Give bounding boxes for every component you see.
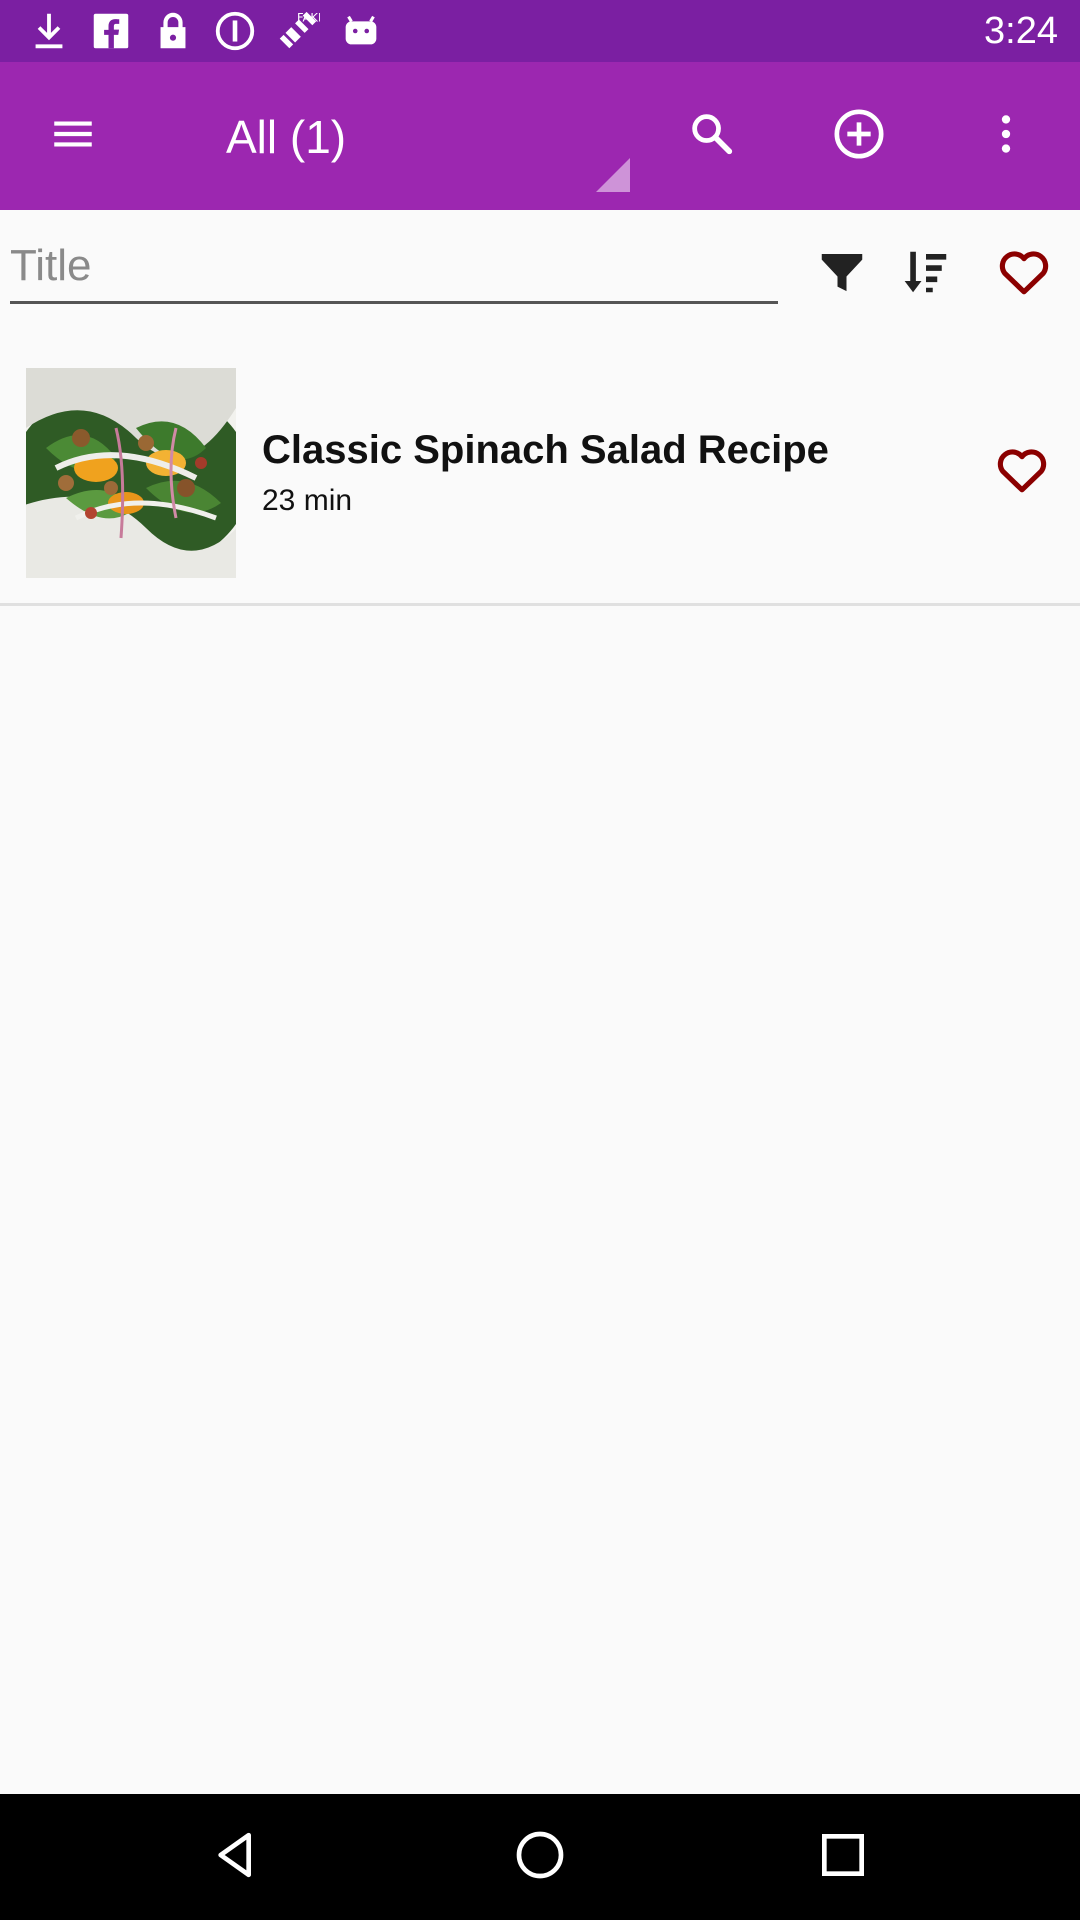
recents-button[interactable] bbox=[803, 1817, 883, 1897]
home-icon bbox=[512, 1827, 568, 1888]
navigation-bar bbox=[0, 1794, 1080, 1920]
menu-icon bbox=[48, 109, 98, 164]
search-button[interactable] bbox=[662, 86, 762, 186]
svg-text:FAKE: FAKE bbox=[297, 10, 320, 24]
add-recipe-button[interactable] bbox=[809, 86, 909, 186]
download-icon bbox=[26, 8, 72, 54]
list-divider bbox=[0, 603, 1080, 606]
favorites-filter-button[interactable] bbox=[988, 238, 1060, 310]
filter-button[interactable] bbox=[806, 238, 878, 310]
screen: FAKE 3:24 All (1) bbox=[0, 0, 1080, 1920]
clock: 3:24 bbox=[984, 10, 1058, 52]
facebook-icon bbox=[88, 8, 134, 54]
back-button[interactable] bbox=[197, 1817, 277, 1897]
recipe-title: Classic Spinach Salad Recipe bbox=[262, 428, 829, 472]
favorite-icon bbox=[994, 442, 1050, 503]
back-icon bbox=[209, 1827, 265, 1888]
fake-gps-icon: FAKE bbox=[274, 8, 325, 54]
info-circle-icon bbox=[212, 8, 258, 54]
recents-icon bbox=[815, 1827, 871, 1888]
title-search-input[interactable] bbox=[10, 238, 778, 304]
filter-row bbox=[0, 210, 1080, 330]
category-spinner[interactable]: All (1) bbox=[226, 110, 346, 164]
search-icon bbox=[686, 108, 738, 165]
app-bar: All (1) bbox=[0, 62, 1080, 210]
recipe-thumbnail bbox=[26, 368, 236, 578]
recipe-time: 23 min bbox=[262, 484, 353, 517]
menu-button[interactable] bbox=[23, 86, 123, 186]
recipe-favorite-button[interactable] bbox=[986, 436, 1058, 508]
status-bar: FAKE 3:24 bbox=[0, 0, 1080, 62]
filter-icon bbox=[815, 245, 869, 304]
overflow-menu-button[interactable] bbox=[956, 86, 1056, 186]
add-circle-icon bbox=[831, 106, 887, 167]
android-icon bbox=[338, 8, 384, 54]
home-button[interactable] bbox=[500, 1817, 580, 1897]
sort-button[interactable] bbox=[890, 238, 962, 310]
sort-icon bbox=[899, 245, 953, 304]
recipe-list-item[interactable]: Classic Spinach Salad Recipe 23 min bbox=[0, 352, 1080, 604]
favorite-icon bbox=[996, 244, 1052, 305]
more-vert-icon bbox=[981, 109, 1031, 164]
dropdown-triangle-icon bbox=[596, 158, 630, 192]
lock-icon bbox=[150, 8, 196, 54]
